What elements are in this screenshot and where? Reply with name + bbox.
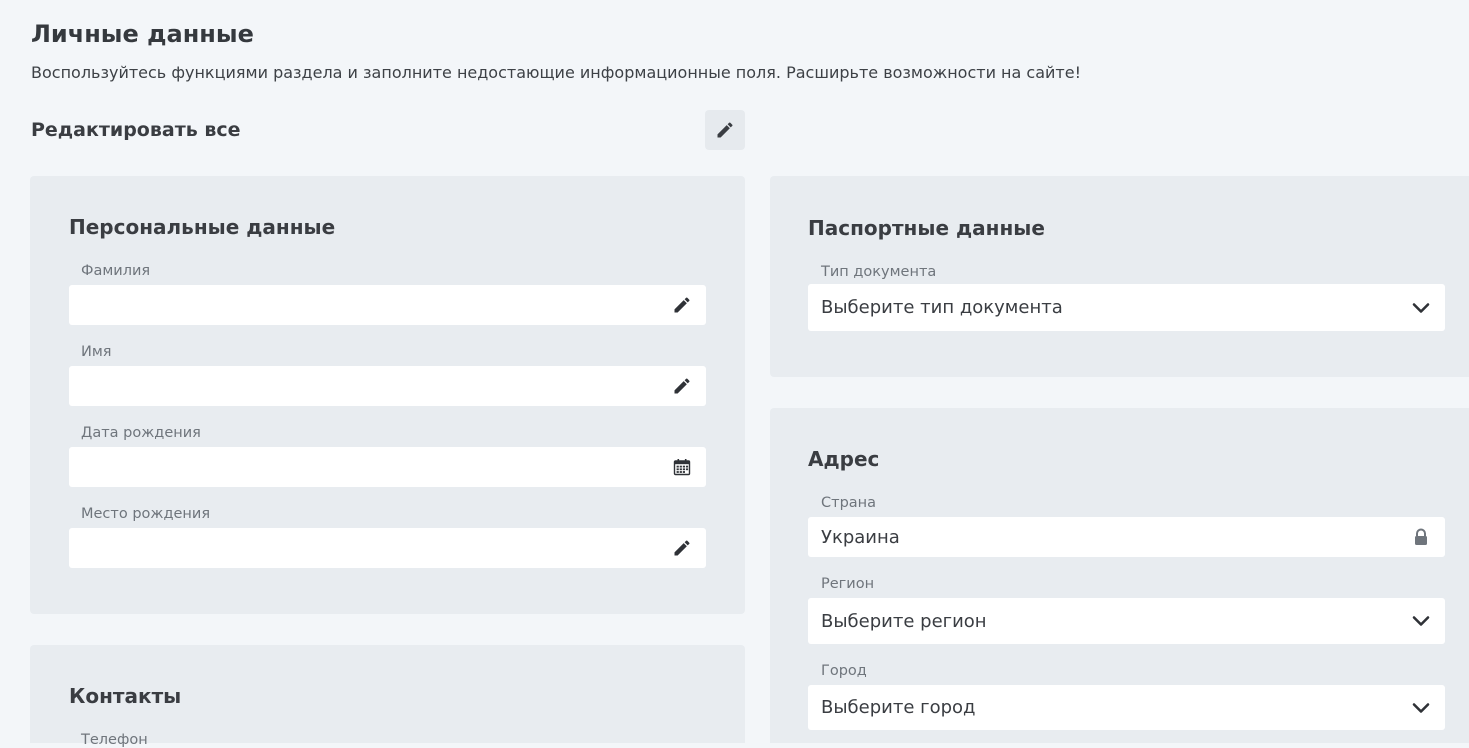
pencil-icon[interactable]: [670, 293, 694, 317]
region-select[interactable]: Выберите регион: [808, 598, 1445, 644]
address-card: Адрес Страна Украина Регион Выберите рег…: [770, 408, 1469, 743]
document-type-label: Тип документа: [821, 264, 937, 280]
chevron-down-icon: [1409, 296, 1433, 320]
country-field: Украина: [808, 517, 1445, 557]
edit-all-button[interactable]: [705, 110, 745, 150]
contacts-title: Контакты: [69, 684, 182, 708]
calendar-icon[interactable]: [670, 455, 694, 479]
document-type-value: Выберите тип документа: [821, 297, 1063, 318]
birthdate-label: Дата рождения: [81, 425, 201, 441]
phone-label: Телефон: [81, 732, 148, 748]
contacts-card: Контакты Телефон: [30, 645, 745, 748]
city-label: Город: [821, 663, 867, 679]
pencil-icon[interactable]: [670, 374, 694, 398]
country-value: Украина: [821, 526, 900, 548]
surname-label: Фамилия: [81, 263, 151, 279]
document-type-select[interactable]: Выберите тип документа: [808, 284, 1445, 331]
pencil-icon: [715, 120, 735, 140]
passport-data-title: Паспортные данные: [808, 216, 1045, 240]
birthplace-field[interactable]: [69, 528, 706, 568]
personal-data-card: Персональные данные Фамилия Имя Дата рож…: [30, 176, 745, 614]
chevron-down-icon: [1409, 696, 1433, 720]
region-value: Выберите регион: [821, 610, 987, 632]
page-title: Личные данные: [31, 20, 254, 48]
country-label: Страна: [821, 495, 877, 511]
address-title: Адрес: [808, 447, 880, 471]
pencil-icon[interactable]: [670, 536, 694, 560]
chevron-down-icon: [1409, 609, 1433, 633]
city-select[interactable]: Выберите город: [808, 685, 1445, 730]
page-subtitle: Воспользуйтесь функциями раздела и запол…: [31, 63, 1081, 82]
passport-data-card: Паспортные данные Тип документа Выберите…: [770, 176, 1469, 377]
name-label: Имя: [81, 344, 112, 360]
personal-data-title: Персональные данные: [69, 215, 336, 239]
city-value: Выберите город: [821, 697, 976, 718]
edit-all-label: Редактировать все: [31, 119, 241, 141]
region-label: Регион: [821, 576, 875, 592]
surname-field[interactable]: [69, 285, 706, 325]
birthplace-label: Место рождения: [81, 506, 211, 522]
birthdate-field[interactable]: [69, 447, 706, 487]
name-field[interactable]: [69, 366, 706, 406]
lock-icon: [1409, 525, 1433, 549]
